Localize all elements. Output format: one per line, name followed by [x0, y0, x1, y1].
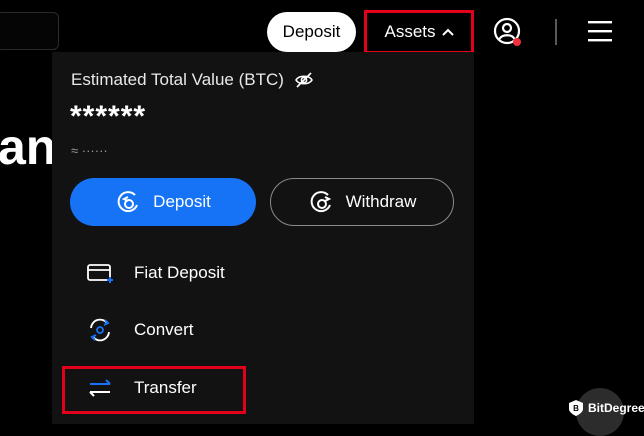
fiat-deposit-label: Fiat Deposit: [134, 263, 225, 282]
approx-balance: ≈ ······: [71, 143, 108, 158]
svg-text:B: B: [573, 404, 579, 413]
user-avatar-icon[interactable]: [493, 17, 523, 47]
deposit-button-label: Deposit: [153, 192, 211, 211]
panel-deposit-button[interactable]: Deposit: [70, 178, 256, 226]
menu-item-convert[interactable]: Convert: [86, 316, 194, 344]
deposit-icon: [115, 189, 141, 215]
watermark-text: BitDegree: [588, 401, 644, 415]
transfer-highlight-box: [62, 366, 246, 414]
search-box[interactable]: [0, 12, 59, 50]
hero-text: an: [0, 119, 57, 175]
header-divider: [555, 19, 557, 45]
assets-menu-button[interactable]: Assets: [369, 15, 469, 49]
withdraw-icon: [308, 189, 334, 215]
withdraw-button-label: Withdraw: [345, 192, 417, 211]
convert-label: Convert: [134, 320, 194, 339]
masked-balance: ******: [70, 100, 147, 133]
eye-off-icon[interactable]: [294, 72, 314, 88]
estimated-label-text: Estimated Total Value (BTC): [71, 70, 284, 89]
panel-withdraw-button[interactable]: Withdraw: [270, 178, 454, 226]
assets-label: Assets: [384, 22, 436, 41]
menu-item-fiat-deposit[interactable]: Fiat Deposit: [86, 259, 225, 287]
chevron-up-icon: [441, 28, 454, 36]
bitdegree-logo-icon: B: [568, 399, 584, 417]
convert-icon: [86, 316, 114, 344]
hamburger-menu-icon[interactable]: [587, 19, 613, 43]
header-deposit-button[interactable]: Deposit: [267, 12, 356, 52]
card-plus-icon: [86, 259, 114, 287]
estimated-total-value-label: Estimated Total Value (BTC): [71, 70, 314, 90]
bitdegree-watermark: B BitDegree: [568, 399, 644, 417]
